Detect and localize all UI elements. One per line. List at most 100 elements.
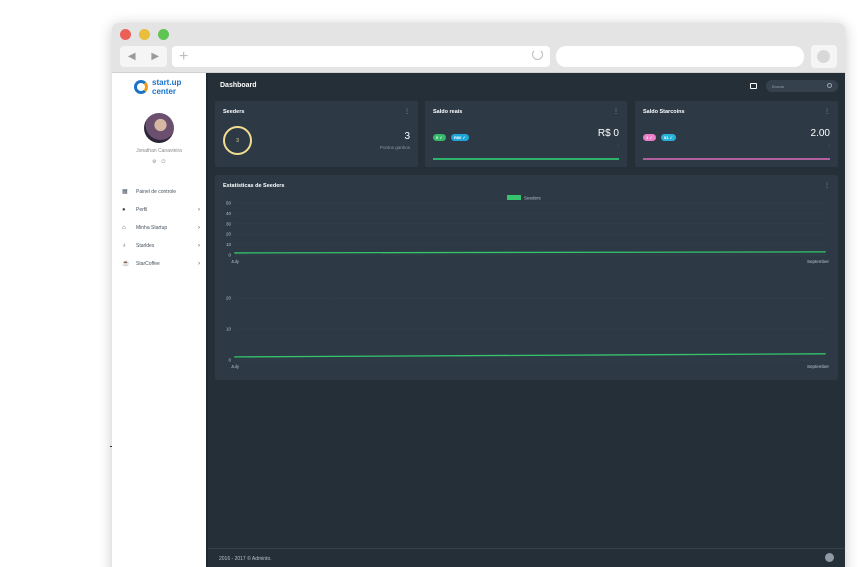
sidebar-menu: ▦ Painel de controle ● Perfil › ⌂ Minha …: [112, 183, 206, 273]
saldo-starcoins-sub: -: [828, 142, 830, 147]
avatar[interactable]: [144, 113, 174, 143]
series-line: [234, 251, 826, 254]
sidebar-item-perfil[interactable]: ● Perfil ›: [112, 201, 206, 219]
y-tick-label: 0: [228, 358, 231, 363]
y-tick-label: 10: [226, 242, 232, 247]
x-tick-label: September: [807, 259, 830, 264]
logo[interactable]: start.up center: [134, 78, 184, 100]
y-tick-label: 10: [226, 327, 232, 332]
new-tab-icon[interactable]: +: [179, 47, 188, 66]
extension-icon: [817, 50, 830, 63]
sidebar: start.up center Jonathan Canavieira ⚙ ⏻ …: [112, 73, 206, 567]
ring-value: 3: [236, 138, 239, 144]
topbar: Dashboard: [208, 73, 845, 98]
dashboard-icon: ▦: [122, 189, 128, 195]
y-tick-label: 50: [226, 201, 232, 206]
status-badge: 1 ✓: [643, 134, 656, 141]
back-arrow-icon[interactable]: ◀: [128, 51, 136, 62]
sidebar-item-starldes[interactable]: ♁ Starldes ›: [112, 237, 206, 255]
sidebar-item-painel[interactable]: ▦ Painel de controle: [112, 183, 206, 201]
seeders-charts: 0 10 20 30 40 50 July September Seeders 0 10 20 July…: [226, 195, 830, 369]
saldo-reais-progress: [433, 158, 619, 160]
main-content: Dashboard Seeders ⋮ 3 3 Pontos ganhos Sa…: [206, 73, 845, 567]
x-tick-label: July: [231, 364, 240, 369]
reload-icon[interactable]: [532, 49, 543, 60]
bell-icon[interactable]: [825, 553, 834, 562]
minimize-window-button[interactable]: [139, 29, 150, 40]
browser-window: ◀ ▶ + start.up center Jonathan Canavieir…: [112, 23, 845, 567]
forward-arrow-icon[interactable]: ▶: [151, 51, 159, 62]
user-actions: ⚙ ⏻: [152, 159, 165, 165]
seeders-stats-card: Estatísticas de Seeders ⋮ 0 10 20 30 40 50 Jul…: [215, 175, 838, 380]
series-line: [234, 353, 826, 358]
chevron-right-icon: ›: [198, 243, 200, 249]
status-badge: R$0 ✓: [451, 134, 469, 141]
search-box[interactable]: [766, 80, 838, 92]
search-input[interactable]: [772, 82, 826, 90]
legend-label: Seeders: [524, 196, 542, 201]
wallet-icon[interactable]: [750, 83, 757, 89]
sidebar-item-minha-startup[interactable]: ⌂ Minha Startup ›: [112, 219, 206, 237]
y-tick-label: 20: [226, 296, 232, 301]
saldo-reais-value: R$ 0: [597, 128, 619, 139]
y-tick-label: 20: [226, 232, 232, 237]
card-title: Saldo reais: [433, 109, 463, 115]
logout-icon[interactable]: ⏻: [161, 159, 165, 165]
data-point: [824, 353, 826, 355]
card-menu-icon[interactable]: ⋮: [824, 108, 830, 115]
status-badge: 0 ✓: [433, 134, 446, 141]
y-tick-label: 40: [226, 211, 232, 216]
close-window-button[interactable]: [120, 29, 131, 40]
user-icon: ●: [122, 207, 126, 213]
sidebar-item-label: Minha Startup: [136, 225, 168, 231]
footer: 2016 - 2017 © Adminto.: [208, 548, 845, 567]
chevron-right-icon: ›: [198, 207, 200, 213]
saldo-starcoins-progress: [643, 158, 830, 160]
card-title: Seeders: [223, 109, 245, 115]
sidebar-item-label: Perfil: [136, 207, 148, 213]
logo-swirl-icon: [134, 80, 148, 94]
coffee-icon: ☕: [122, 261, 130, 267]
chevron-right-icon: ›: [198, 261, 200, 267]
data-point: [824, 251, 826, 253]
seeders-card: Seeders ⋮ 3 3 Pontos ganhos: [215, 101, 418, 167]
card-menu-icon[interactable]: ⋮: [613, 108, 619, 115]
legend-swatch: [507, 195, 521, 200]
status-badge: $1 ✓: [661, 134, 676, 141]
data-point: [234, 356, 236, 358]
home-icon: ⌂: [122, 225, 126, 231]
logo-text-line1: start.up: [152, 78, 182, 87]
page-title: Dashboard: [220, 82, 257, 89]
search-icon[interactable]: [827, 83, 832, 88]
card-menu-icon[interactable]: ⋮: [404, 108, 410, 115]
saldo-reais-progress-fill: [433, 158, 619, 160]
browser-titlebar: ◀ ▶ +: [112, 23, 845, 73]
maximize-window-button[interactable]: [158, 29, 169, 40]
divider: [110, 446, 112, 447]
data-point: [234, 252, 236, 254]
sidebar-item-label: Starldes: [136, 243, 155, 249]
address-bar[interactable]: +: [172, 46, 550, 67]
username: Jonathan Canavieira: [136, 148, 182, 154]
footer-text: 2016 - 2017 © Adminto.: [219, 556, 272, 562]
chevron-right-icon: ›: [198, 225, 200, 231]
seeders-count: 3: [404, 131, 410, 142]
saldo-starcoins-progress-fill: [643, 158, 830, 160]
sidebar-item-label: StarCoffee: [136, 261, 160, 267]
saldo-reais-sub: -: [617, 142, 619, 147]
browser-search-bar[interactable]: [556, 46, 804, 67]
y-tick-label: 0: [228, 253, 231, 258]
logo-text-line2: center: [152, 87, 177, 96]
browser-nav-buttons: ◀ ▶: [120, 46, 167, 67]
sidebar-item-starcoffee[interactable]: ☕ StarCoffee ›: [112, 255, 206, 273]
settings-icon[interactable]: ⚙: [152, 159, 156, 165]
sidebar-item-label: Painel de controle: [136, 189, 177, 195]
saldo-starcoins-value: 2.00: [810, 128, 830, 139]
extension-button[interactable]: [811, 45, 837, 68]
seeders-subtitle: Pontos ganhos: [379, 145, 410, 150]
y-tick-label: 30: [226, 221, 232, 226]
card-title: Saldo Starcoins: [643, 109, 685, 115]
x-tick-label: July: [231, 259, 240, 264]
saldo-reais-card: Saldo reais ⋮ 0 ✓ R$0 ✓ R$ 0 -: [425, 101, 627, 167]
saldo-starcoins-card: Saldo Starcoins ⋮ 1 ✓ $1 ✓ 2.00 -: [635, 101, 838, 167]
